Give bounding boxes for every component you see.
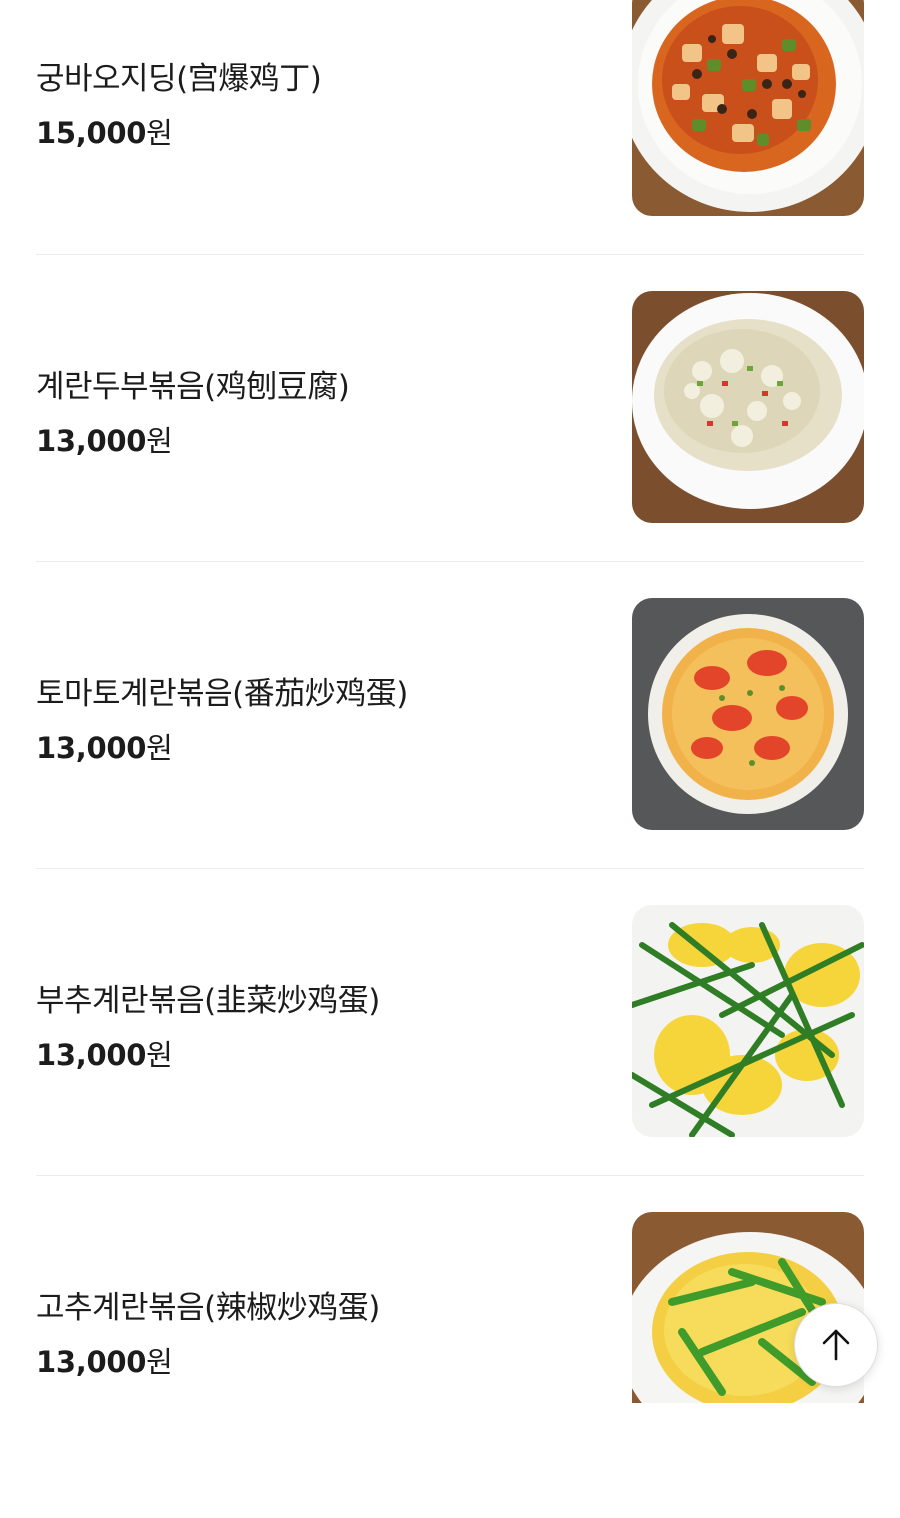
menu-item-name: 부추계란볶음(韭菜炒鸡蛋)	[36, 983, 380, 1019]
divider	[36, 561, 864, 562]
menu-item-price: 13,000원	[36, 1032, 173, 1074]
kung-pao-chicken-photo	[632, 0, 864, 216]
divider	[36, 868, 864, 869]
price-amount: 13,000	[36, 1345, 147, 1379]
price-unit: 원	[146, 116, 173, 150]
menu-item-price: 15,000원	[36, 110, 173, 152]
menu-item[interactable]: 부추계란볶음(韭菜炒鸡蛋) 13,000원	[36, 905, 864, 1211]
menu-item-name: 궁바오지딩(宫爆鸡丁)	[36, 61, 322, 97]
price-unit: 원	[146, 731, 173, 765]
menu-item-price: 13,000원	[36, 725, 173, 767]
dish-photo-tomato-egg-stirfry[interactable]	[632, 598, 864, 830]
price-amount: 15,000	[36, 116, 147, 150]
price-amount: 13,000	[36, 424, 147, 458]
price-unit: 원	[146, 1345, 173, 1379]
menu-item[interactable]: 토마토계란볶음(番茄炒鸡蛋) 13,000원	[36, 598, 864, 904]
dish-photo-kung-pao-chicken[interactable]	[632, 0, 864, 216]
menu-item-name: 고추계란볶음(辣椒炒鸡蛋)	[36, 1290, 380, 1326]
divider	[36, 254, 864, 255]
dish-photo-egg-tofu-stirfry[interactable]	[632, 291, 864, 523]
scroll-to-top-button[interactable]	[794, 1303, 878, 1387]
egg-tofu-stirfry-photo	[632, 291, 864, 523]
menu-item-price: 13,000원	[36, 1339, 173, 1381]
chive-egg-stirfry-photo	[632, 905, 864, 1137]
price-unit: 원	[146, 1038, 173, 1072]
arrow-up-icon	[822, 1329, 850, 1361]
menu-item-name: 계란두부볶음(鸡刨豆腐)	[36, 369, 350, 405]
divider	[36, 1175, 864, 1176]
menu-item[interactable]: 고추계란볶음(辣椒炒鸡蛋) 13,000원	[36, 1212, 864, 1518]
menu-item-price: 13,000원	[36, 418, 173, 460]
dish-photo-chive-egg-stirfry[interactable]	[632, 905, 864, 1137]
price-amount: 13,000	[36, 1038, 147, 1072]
tomato-egg-stirfry-photo	[632, 598, 864, 830]
menu-item[interactable]: 궁바오지딩(宫爆鸡丁) 15,000원	[36, 0, 864, 306]
menu-item-name: 토마토계란볶음(番茄炒鸡蛋)	[36, 676, 408, 712]
price-amount: 13,000	[36, 731, 147, 765]
price-unit: 원	[146, 424, 173, 458]
menu-item[interactable]: 계란두부볶음(鸡刨豆腐) 13,000원	[36, 291, 864, 597]
